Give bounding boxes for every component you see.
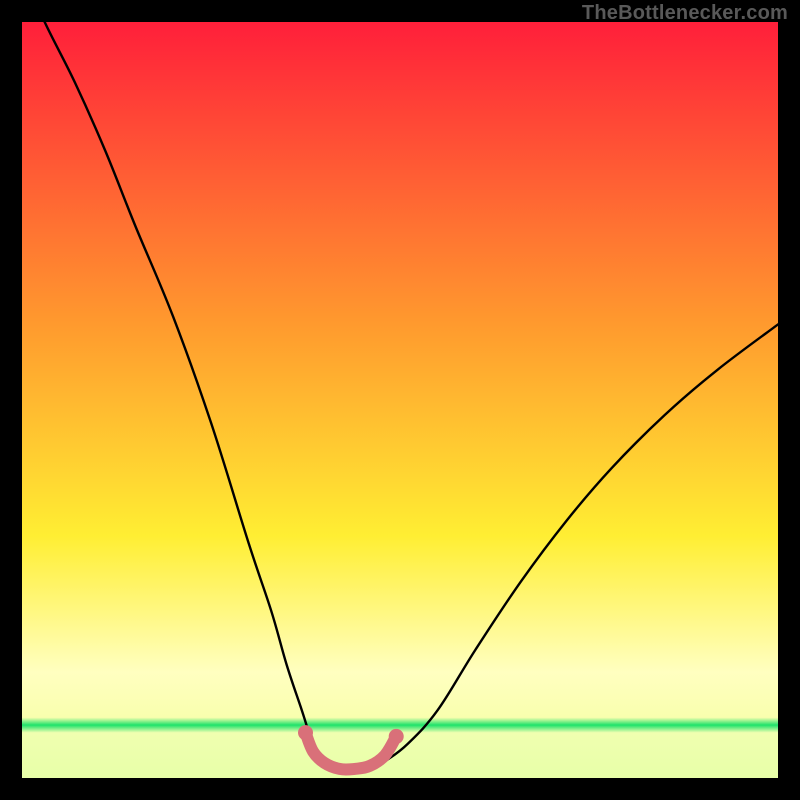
chart-frame: TheBottlenecker.com	[0, 0, 800, 800]
plot-area	[22, 22, 778, 778]
attribution-text: TheBottlenecker.com	[582, 2, 788, 25]
optimal-range-endpoint	[298, 725, 313, 740]
optimal-range-endpoint	[389, 729, 404, 744]
gradient-background	[22, 22, 778, 778]
chart-svg	[22, 22, 778, 778]
